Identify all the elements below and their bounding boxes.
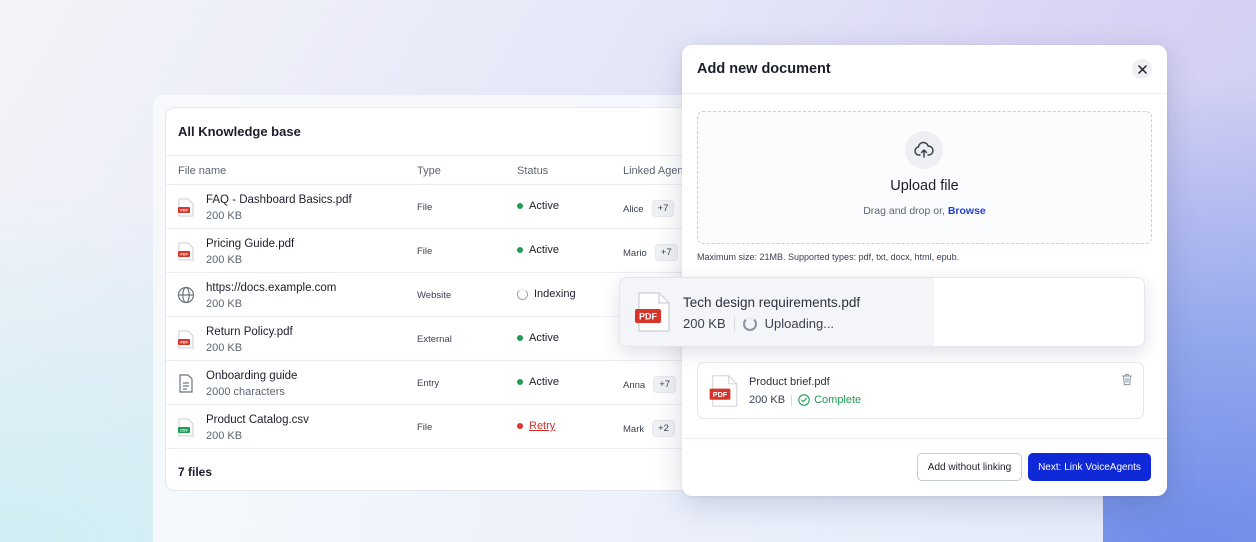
file-name[interactable]: Onboarding guide: [206, 370, 297, 382]
next-link-voiceagents-button[interactable]: Next: Link VoiceAgents: [1028, 453, 1151, 481]
upload-icon-wrapper: [905, 131, 943, 169]
file-type: File: [417, 202, 433, 213]
file-name[interactable]: https://docs.example.com: [206, 282, 336, 294]
file-size: 200 KB: [206, 430, 243, 442]
add-without-linking-button[interactable]: Add without linking: [917, 453, 1022, 481]
file-name[interactable]: Product Catalog.csv: [206, 414, 309, 426]
header-status[interactable]: Status: [517, 165, 548, 177]
file-size: 200 KB: [206, 342, 243, 354]
svg-text:PDF: PDF: [180, 253, 188, 257]
status-dot-icon: [517, 203, 523, 209]
file-size: 200 KB: [206, 210, 243, 222]
file-type: Website: [417, 290, 452, 301]
svg-text:PDF: PDF: [639, 312, 658, 322]
header-file-name[interactable]: File name: [178, 165, 226, 177]
more-agents-badge[interactable]: +2: [652, 420, 675, 437]
uploaded-file-name: Product brief.pdf: [749, 376, 830, 388]
linked-agents[interactable]: Anna +7: [623, 376, 677, 394]
retry-link[interactable]: Retry: [529, 420, 555, 432]
pdf-file-icon: PDF: [178, 242, 194, 261]
file-name[interactable]: Return Policy.pdf: [206, 326, 293, 338]
divider: [682, 93, 1167, 94]
pdf-file-icon: PDF: [635, 292, 670, 332]
upload-limits-note: Maximum size: 21MB. Supported types: pdf…: [697, 252, 960, 262]
file-type: External: [417, 334, 452, 345]
divider: [682, 438, 1167, 439]
svg-text:PDF: PDF: [180, 341, 188, 345]
upload-title: Upload file: [890, 178, 959, 194]
uploaded-file-card[interactable]: PDF Product brief.pdf 200 KB Complete: [697, 362, 1144, 419]
kb-title: All Knowledge base: [178, 124, 301, 139]
status-dot-icon: [517, 379, 523, 385]
status-badge: Active: [517, 200, 559, 212]
linked-agents[interactable]: Mark +2: [623, 420, 675, 438]
table-row[interactable]: CSV Product Catalog.csv 200 KB File Retr…: [166, 405, 724, 449]
uploading-file-name: Tech design requirements.pdf: [683, 295, 861, 310]
status-badge: Active: [517, 244, 559, 256]
table-row[interactable]: Onboarding guide 2000 characters Entry A…: [166, 361, 724, 405]
trash-icon[interactable]: [1121, 373, 1133, 386]
file-type: File: [417, 422, 433, 433]
more-agents-badge[interactable]: +7: [653, 376, 677, 393]
svg-text:CSV: CSV: [180, 429, 188, 433]
modal-title: Add new document: [697, 61, 831, 77]
kb-table-header: File name Type Status Linked Agen: [166, 155, 724, 185]
document-icon: [179, 374, 193, 393]
more-agents-badge[interactable]: +7: [651, 200, 675, 217]
file-size: 200 KB: [206, 298, 243, 310]
header-linked-agents[interactable]: Linked Agen: [623, 165, 684, 177]
file-type: File: [417, 246, 433, 257]
loading-spinner-icon: [742, 316, 757, 331]
error-dot-icon: [517, 423, 523, 429]
check-circle-icon: [798, 394, 810, 406]
pdf-file-icon: PDF: [709, 375, 738, 407]
svg-text:PDF: PDF: [180, 209, 188, 213]
pdf-file-icon: PDF: [178, 330, 194, 349]
status-badge: Indexing: [517, 288, 576, 300]
file-count: 7 files: [178, 465, 213, 479]
linked-agents[interactable]: Alice +7: [623, 200, 675, 218]
file-size: 2000 characters: [206, 386, 285, 398]
file-size: 200 KB: [206, 254, 243, 266]
separator: [733, 316, 735, 331]
status-badge: Active: [517, 332, 559, 344]
complete-status: Complete: [798, 394, 861, 406]
linked-agents[interactable]: Mario +7: [623, 244, 678, 262]
upload-dropzone[interactable]: Upload file Drag and drop or, Browse: [697, 111, 1152, 244]
table-row[interactable]: PDF FAQ - Dashboard Basics.pdf 200 KB Fi…: [166, 185, 724, 229]
close-icon: [1137, 64, 1147, 74]
uploaded-file-meta: 200 KB Complete: [749, 394, 862, 406]
status-dot-icon: [517, 247, 523, 253]
loading-spinner-icon: [517, 288, 528, 300]
status-badge: Retry: [517, 420, 555, 432]
file-type: Entry: [417, 378, 440, 389]
csv-file-icon: CSV: [178, 418, 194, 437]
browse-link[interactable]: Browse: [948, 205, 986, 217]
separator: [791, 394, 793, 406]
close-button[interactable]: [1132, 59, 1152, 79]
header-type[interactable]: Type: [417, 165, 441, 177]
cloud-upload-icon: [914, 141, 934, 158]
more-agents-badge[interactable]: +7: [654, 244, 678, 261]
add-document-modal: Add new document Upload file Drag and dr…: [619, 45, 1167, 496]
status-badge: Active: [517, 376, 559, 388]
file-name[interactable]: Pricing Guide.pdf: [206, 238, 294, 250]
globe-icon: [177, 286, 195, 304]
table-row[interactable]: PDF Pricing Guide.pdf 200 KB File Active…: [166, 229, 724, 273]
uploading-file-meta: 200 KB Uploading...: [683, 316, 835, 331]
svg-text:PDF: PDF: [713, 390, 728, 399]
upload-subtitle: Drag and drop or, Browse: [863, 205, 986, 217]
file-name[interactable]: FAQ - Dashboard Basics.pdf: [206, 194, 352, 206]
status-dot-icon: [517, 335, 523, 341]
uploading-file-card[interactable]: PDF Tech design requirements.pdf 200 KB …: [619, 277, 1145, 347]
pdf-file-icon: PDF: [178, 198, 194, 217]
upload-status: Uploading...: [764, 316, 835, 331]
